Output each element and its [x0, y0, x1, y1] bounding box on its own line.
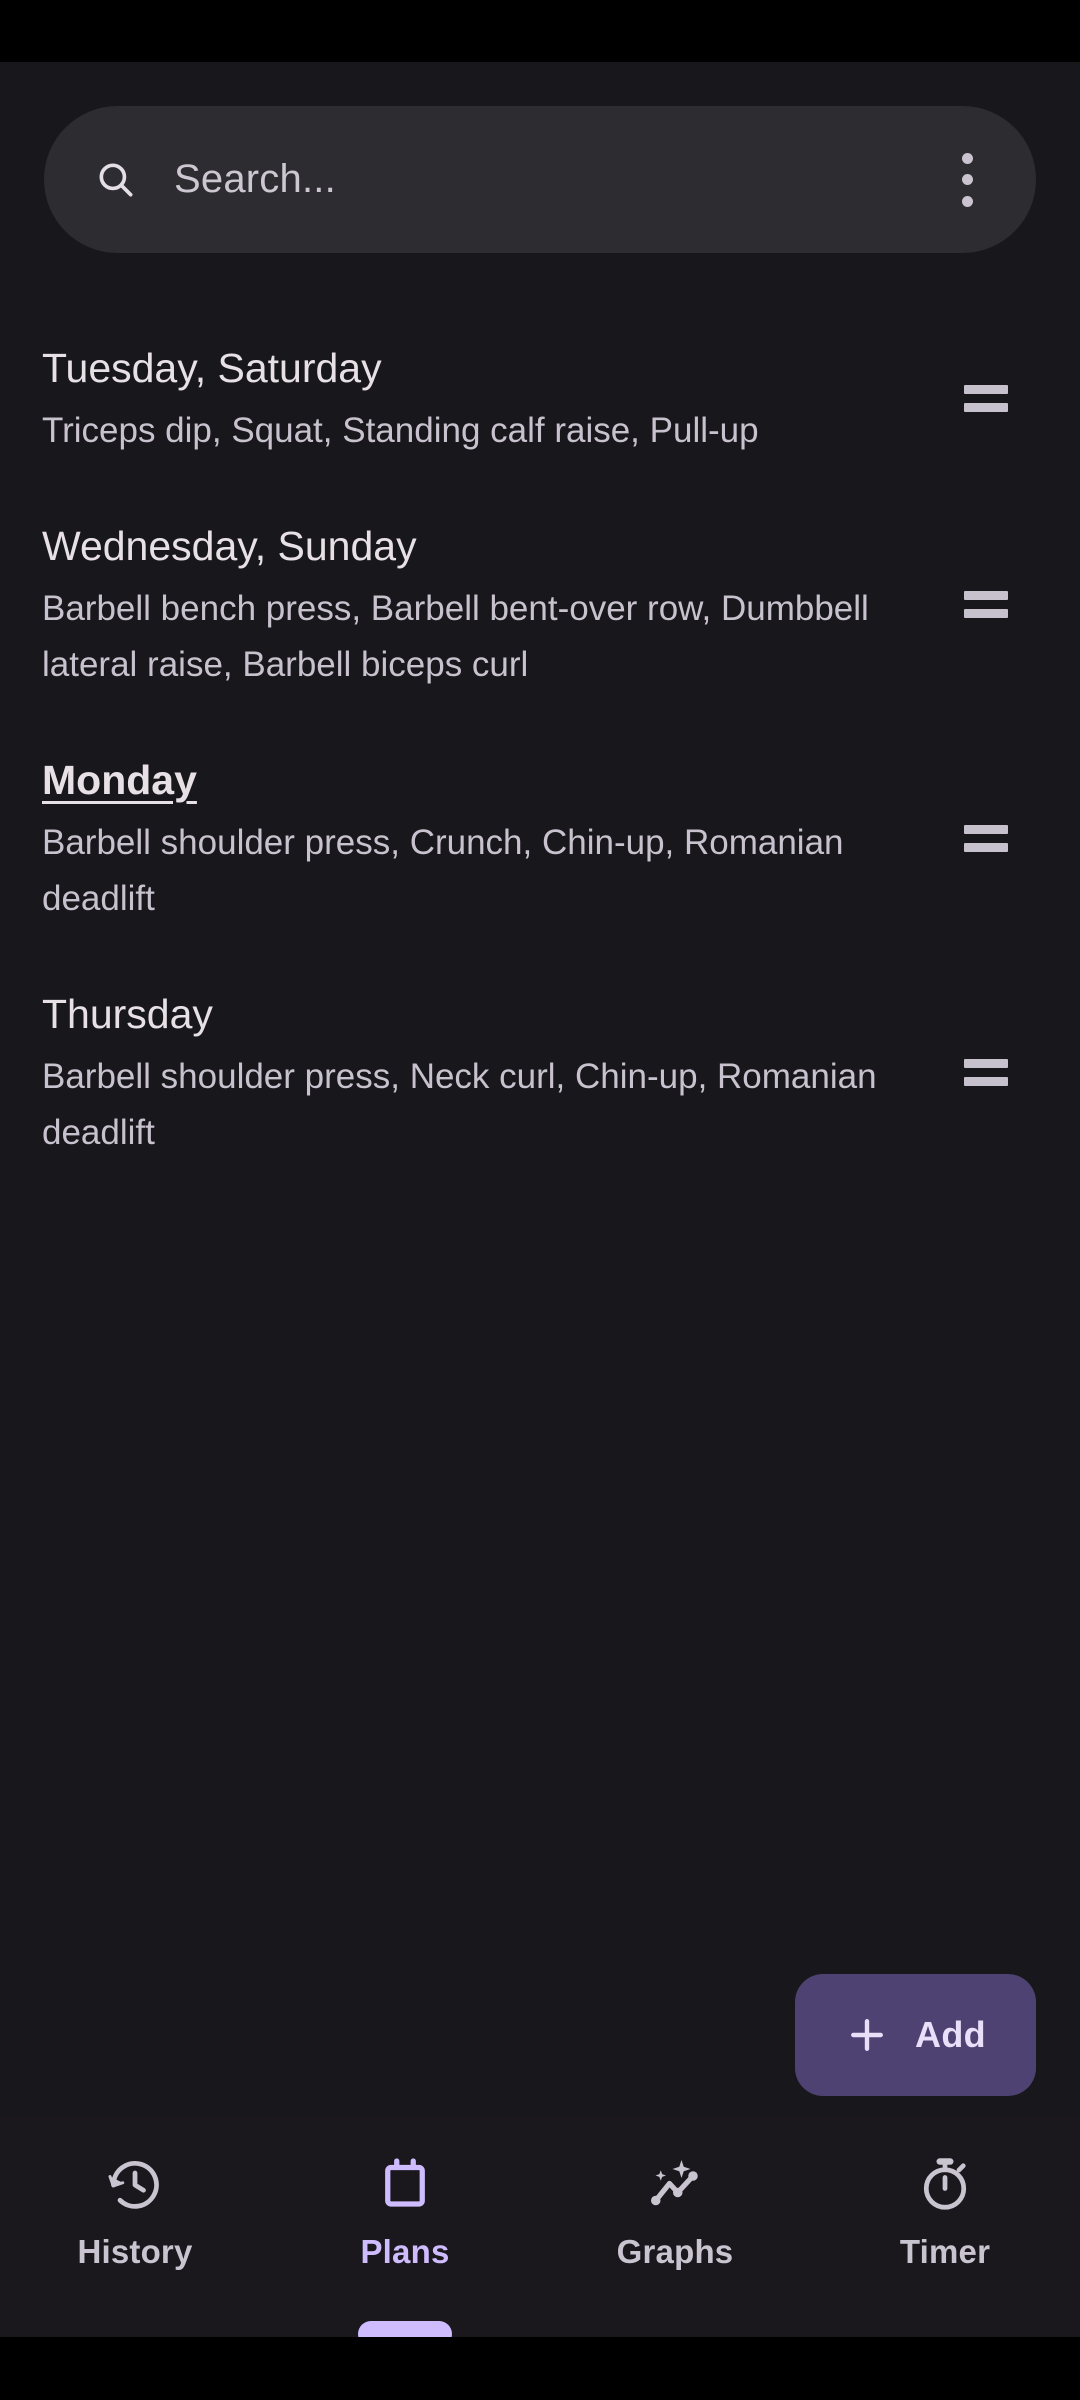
plan-item-title: Tuesday, Saturday: [42, 345, 382, 391]
nav-label-history: History: [77, 2233, 193, 2270]
add-button-label: Add: [915, 2014, 986, 2055]
phone-screen: Search... Tuesday, Saturday Triceps dip,…: [0, 0, 1080, 2400]
system-status-bar: [0, 0, 1080, 62]
drag-handle-icon[interactable]: [942, 1058, 1008, 1086]
nav-label-timer: Timer: [899, 2233, 991, 2270]
plan-item-text: Thursday Barbell shoulder press, Neck cu…: [42, 983, 942, 1161]
add-button[interactable]: Add: [795, 1974, 1036, 2096]
plan-list-item[interactable]: Wednesday, Sunday Barbell bench press, B…: [0, 515, 1080, 693]
plan-item-exercises: Barbell shoulder press, Crunch, Chin-up,…: [42, 823, 844, 918]
drag-handle-icon[interactable]: [942, 384, 1008, 412]
plan-item-exercises: Barbell bench press, Barbell bent-over r…: [42, 589, 869, 684]
search-bar[interactable]: Search...: [44, 106, 1036, 253]
plan-item-title: Wednesday, Sunday: [42, 523, 417, 569]
search-bar-container: Search...: [44, 106, 1036, 253]
calendar-icon: [385, 2158, 425, 2207]
bottom-navigation: History Plans Graphs Timer: [0, 2117, 1080, 2347]
drag-handle-icon[interactable]: [942, 590, 1008, 618]
history-clock-icon: [108, 2160, 159, 2209]
plan-item-exercises: Triceps dip, Squat, Standing calf raise,…: [42, 411, 759, 450]
system-gesture-bar: [0, 2337, 1080, 2400]
plan-list: Tuesday, Saturday Triceps dip, Squat, St…: [0, 337, 1080, 1161]
plan-item-title: Thursday: [42, 991, 213, 1037]
plan-item-text: Tuesday, Saturday Triceps dip, Squat, St…: [42, 337, 942, 459]
nav-tab-history[interactable]: History: [0, 2117, 270, 2337]
plan-item-text: Monday Barbell shoulder press, Crunch, C…: [42, 749, 942, 927]
drag-handle-icon[interactable]: [942, 824, 1008, 852]
plus-icon: [851, 2019, 883, 2051]
trending-sparkle-icon: [651, 2160, 698, 2206]
app-surface: Search... Tuesday, Saturday Triceps dip,…: [0, 62, 1080, 2347]
nav-tab-timer[interactable]: Timer: [810, 2117, 1080, 2337]
nav-tab-plans[interactable]: Plans: [270, 2117, 540, 2347]
plan-item-text: Wednesday, Sunday Barbell bench press, B…: [42, 515, 942, 693]
plan-item-title: Monday: [42, 757, 197, 803]
more-vertical-icon[interactable]: [942, 149, 992, 211]
search-icon: [99, 163, 133, 196]
stopwatch-icon: [923, 2158, 967, 2210]
plan-list-item-current[interactable]: Monday Barbell shoulder press, Crunch, C…: [0, 749, 1080, 927]
nav-label-plans: Plans: [360, 2233, 450, 2270]
search-input[interactable]: Search...: [174, 157, 942, 202]
nav-label-graphs: Graphs: [616, 2233, 734, 2270]
nav-tab-graphs[interactable]: Graphs: [540, 2117, 810, 2337]
plan-item-exercises: Barbell shoulder press, Neck curl, Chin-…: [42, 1057, 877, 1152]
plan-list-item[interactable]: Thursday Barbell shoulder press, Neck cu…: [0, 983, 1080, 1161]
plan-list-item[interactable]: Tuesday, Saturday Triceps dip, Squat, St…: [0, 337, 1080, 459]
